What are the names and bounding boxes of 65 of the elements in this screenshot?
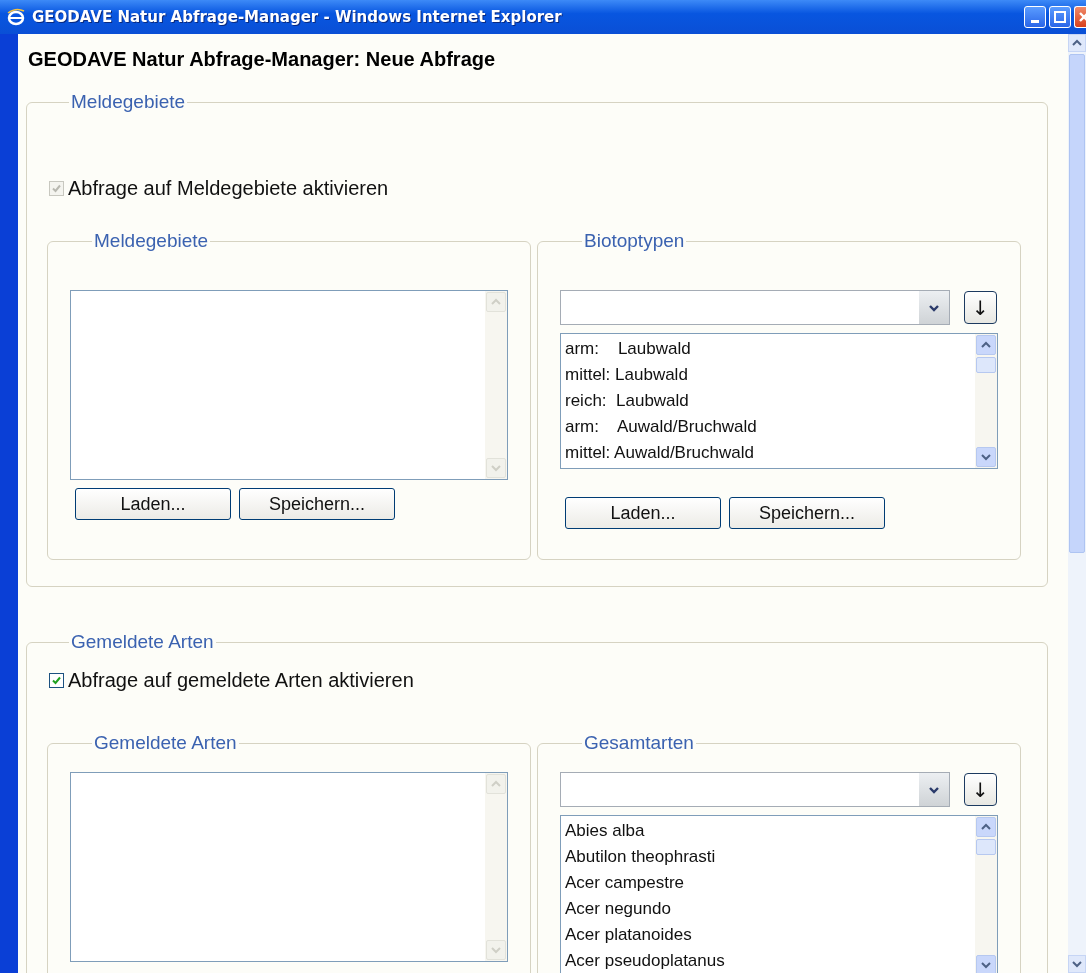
chevron-down-icon	[928, 302, 940, 313]
chevron-up-icon	[1072, 38, 1082, 48]
maximize-button[interactable]	[1049, 6, 1071, 28]
scroll-up-button[interactable]	[1068, 34, 1086, 52]
list-item[interactable]: Acer negundo	[565, 896, 971, 922]
scroll-up-button[interactable]	[976, 335, 996, 355]
dropdown-button[interactable]	[919, 291, 949, 324]
close-icon	[1076, 10, 1086, 24]
scroll-down-button[interactable]	[1068, 955, 1086, 973]
section-legend: Gemeldete Arten	[69, 631, 216, 653]
chevron-down-icon	[491, 945, 501, 955]
minimize-button[interactable]	[1024, 6, 1046, 28]
list-box[interactable]: arm: Laubwald mittel: Laubwald reich: Laubwald arm: Auwald/Bruchwald mittel: Auwald/Bruchwald	[560, 333, 998, 469]
load-button[interactable]: Laden...	[75, 488, 231, 520]
page-scrollbar[interactable]	[1068, 34, 1086, 973]
section-legend: Meldegebiete	[69, 91, 188, 113]
panel-legend: Meldegebiete	[92, 230, 211, 252]
scroll-down-button[interactable]	[976, 447, 996, 467]
chevron-down-icon	[928, 784, 940, 795]
list-box[interactable]: Abies alba Abutilon theophrasti Acer campestre Acer negundo Acer platanoides Acer pseudoplatanus	[560, 815, 998, 973]
list-item[interactable]: mittel: Laubwald	[565, 362, 971, 388]
list-item[interactable]: Acer platanoides	[565, 922, 971, 948]
scrollbar[interactable]	[975, 334, 997, 468]
list-item[interactable]: Abies alba	[565, 818, 971, 844]
window-title: GEODAVE Natur Abfrage-Manager - Windows Internet Explorer	[32, 8, 563, 26]
chevron-up-icon	[981, 822, 991, 832]
scroll-thumb[interactable]	[976, 357, 996, 373]
load-button[interactable]: Laden...	[565, 497, 721, 529]
list-item[interactable]: Acer campestre	[565, 870, 971, 896]
dropdown-field[interactable]	[560, 772, 950, 807]
save-button[interactable]: Speichern...	[729, 497, 885, 529]
save-button[interactable]: Speichern...	[239, 488, 395, 520]
add-button[interactable]: ↓	[964, 291, 997, 324]
maximize-icon	[1053, 10, 1067, 24]
checkbox-label: Abfrage auf Meldegebiete aktivieren	[68, 177, 389, 200]
minimize-icon	[1031, 20, 1039, 23]
dropdown-button[interactable]	[919, 773, 949, 806]
panel-legend: Biotoptypen	[582, 230, 687, 252]
scrollbar[interactable]	[975, 816, 997, 973]
list-item[interactable]: mittel: Auwald/Bruchwald	[565, 440, 971, 466]
list-item[interactable]: arm: Laubwald	[565, 336, 971, 362]
panel-legend: Gemeldete Arten	[92, 732, 239, 754]
browser-logo-icon	[6, 7, 26, 27]
panel-legend: Gesamtarten	[582, 732, 696, 754]
chevron-down-icon	[491, 463, 501, 473]
scroll-thumb[interactable]	[1069, 54, 1085, 553]
chevron-down-icon	[1072, 959, 1082, 969]
checkbox-label: Abfrage auf gemeldete Arten aktivieren	[68, 669, 414, 692]
add-button[interactable]: ↓	[964, 773, 997, 806]
checkmark-icon	[51, 675, 62, 686]
chevron-down-icon	[981, 452, 991, 462]
chevron-up-icon	[981, 340, 991, 350]
page-heading: GEODAVE Natur Abfrage-Manager: Neue Abfrage	[28, 48, 497, 71]
list-item[interactable]: reich: Laubwald	[565, 388, 971, 414]
chevron-up-icon	[491, 297, 501, 307]
scroll-thumb[interactable]	[976, 839, 996, 855]
chevron-up-icon	[491, 779, 501, 789]
list-item[interactable]: arm: Auwald/Bruchwald	[565, 414, 971, 440]
list-item[interactable]: Acer pseudoplatanus	[565, 948, 971, 973]
list-item[interactable]: Abutilon theophrasti	[565, 844, 971, 870]
checkbox[interactable]	[49, 673, 64, 688]
scroll-up-button[interactable]	[976, 817, 996, 837]
scroll-down-button[interactable]	[976, 955, 996, 973]
chevron-down-icon	[981, 960, 991, 970]
dropdown-field[interactable]	[560, 290, 950, 325]
